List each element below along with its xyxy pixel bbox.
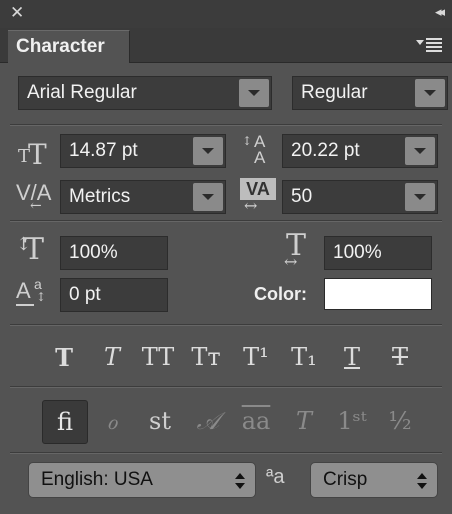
stylistic-alternates-button[interactable]: aa xyxy=(234,400,278,442)
font-size-icon: T T xyxy=(18,138,47,171)
superscript-button[interactable]: T¹ xyxy=(236,340,276,374)
spinner-icon xyxy=(417,473,427,489)
anti-aliasing-icon: ªa xyxy=(266,466,285,488)
chevron-down-icon[interactable] xyxy=(415,79,445,107)
close-icon[interactable]: ✕ xyxy=(10,4,24,22)
baseline-shift-field[interactable]: 0 pt xyxy=(60,278,168,312)
font-size-field[interactable]: 14.87 pt xyxy=(60,134,226,168)
anti-aliasing-select[interactable]: Crisp xyxy=(310,462,438,498)
kerning-icon: V/A ← xyxy=(16,180,52,214)
tracking-icon: VA ↔ xyxy=(240,178,280,215)
kerning-dropdown[interactable]: Metrics xyxy=(60,180,226,214)
color-swatch[interactable] xyxy=(324,278,432,310)
baseline-shift-value: 0 pt xyxy=(69,284,101,305)
faux-italic-button[interactable]: T xyxy=(92,340,132,374)
small-caps-button[interactable]: Tт xyxy=(186,340,226,374)
language-select[interactable]: English: USA xyxy=(28,462,256,498)
ligatures-button[interactable]: fi xyxy=(42,400,88,444)
collapse-icon[interactable]: ◂◂ xyxy=(435,4,445,20)
tracking-dropdown[interactable]: 50 xyxy=(282,180,438,214)
horizontal-scale-value: 100% xyxy=(333,242,382,263)
vertical-scale-field[interactable]: 100% xyxy=(60,236,168,270)
chevron-down-icon[interactable] xyxy=(239,79,269,107)
kerning-value: Metrics xyxy=(69,186,131,207)
faux-bold-button[interactable]: T xyxy=(44,340,84,374)
color-label: Color: xyxy=(254,284,307,304)
contextual-alternates-button[interactable]: 𝒜 xyxy=(186,400,230,442)
divider xyxy=(10,124,442,126)
font-size-value: 14.87 pt xyxy=(69,140,138,161)
anti-aliasing-value: Crisp xyxy=(323,469,368,490)
tab-label: Character xyxy=(16,36,105,57)
discretionary-ligatures-button[interactable]: ℴ xyxy=(90,400,134,442)
tab-character[interactable]: Character xyxy=(8,30,130,63)
chevron-down-icon[interactable] xyxy=(405,183,435,211)
divider xyxy=(10,324,442,326)
font-family-value: Arial Regular xyxy=(27,82,137,103)
panel-menu-icon[interactable] xyxy=(416,38,444,52)
underline-button[interactable]: T xyxy=(332,340,372,374)
tracking-value: 50 xyxy=(291,186,313,207)
panel-title-bar xyxy=(0,0,452,28)
divider xyxy=(10,386,442,388)
titling-alternates-button[interactable]: T xyxy=(282,400,326,442)
divider xyxy=(10,220,442,222)
font-style-dropdown[interactable]: Regular xyxy=(292,76,448,110)
divider xyxy=(10,452,442,454)
font-family-dropdown[interactable]: Arial Regular xyxy=(18,76,272,110)
horizontal-scale-field[interactable]: 100% xyxy=(324,236,432,270)
baseline-shift-icon: A a ↕ xyxy=(16,276,47,306)
horizontal-scale-icon: T ↔ xyxy=(284,228,307,271)
leading-value: 20.22 pt xyxy=(291,140,360,161)
subscript-button[interactable]: T₁ xyxy=(284,340,324,374)
leading-icon: ↕ A A xyxy=(242,132,266,167)
language-value: English: USA xyxy=(41,469,153,490)
font-style-value: Regular xyxy=(301,82,368,103)
chevron-down-icon[interactable] xyxy=(193,137,223,165)
vertical-scale-icon: ↕ T xyxy=(16,232,45,267)
strikethrough-button[interactable]: T xyxy=(380,340,420,374)
swash-button[interactable]: st xyxy=(138,400,182,442)
ordinals-button[interactable]: 1ˢᵗ xyxy=(330,400,374,442)
leading-field[interactable]: 20.22 pt xyxy=(282,134,438,168)
spinner-icon xyxy=(235,473,245,489)
fractions-button[interactable]: ½ xyxy=(378,400,422,442)
chevron-down-icon[interactable] xyxy=(193,183,223,211)
chevron-down-icon[interactable] xyxy=(405,137,435,165)
all-caps-button[interactable]: TT xyxy=(138,340,178,374)
vertical-scale-value: 100% xyxy=(69,242,118,263)
